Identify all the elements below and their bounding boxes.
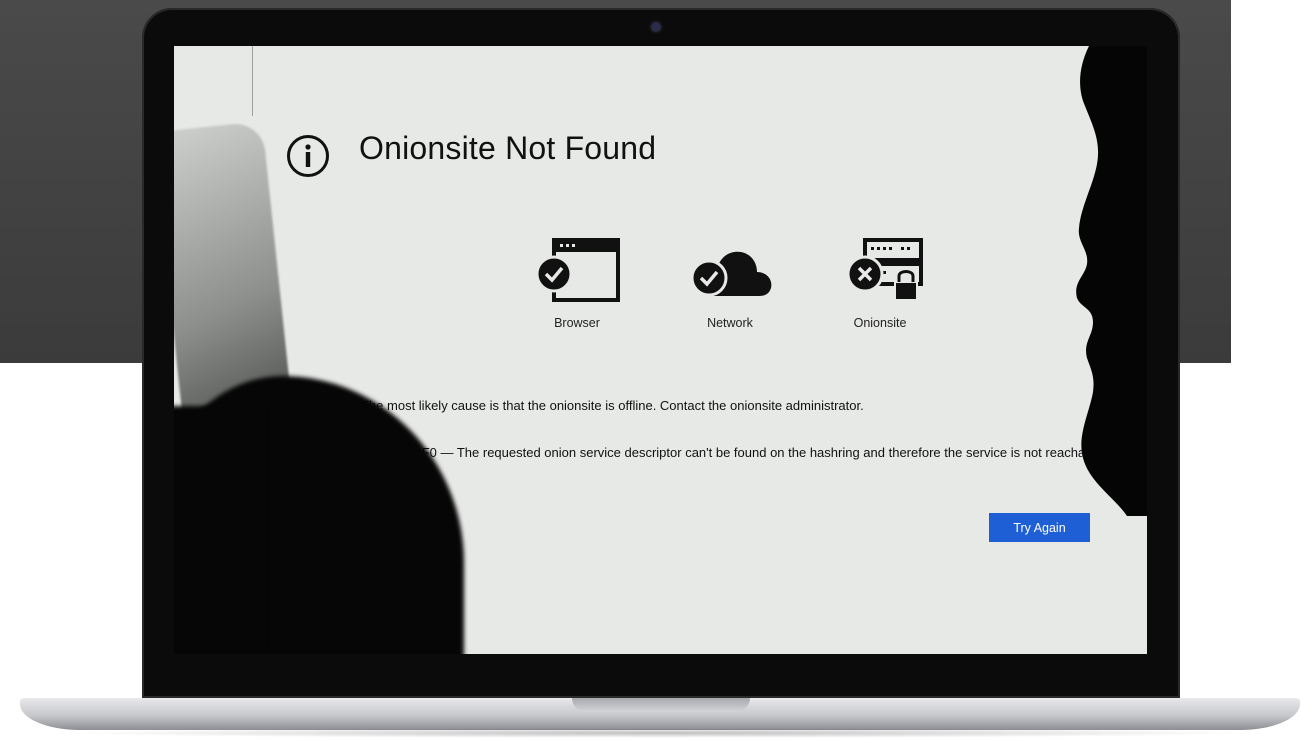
status-browser: Browser <box>517 238 637 330</box>
laptop-notch <box>572 698 750 712</box>
head-silhouette <box>1076 46 1147 516</box>
browser-error-page: Onionsite Not Found Browser Network Onio… <box>174 46 1147 654</box>
status-onionsite: Onionsite <box>820 238 940 330</box>
server-lock-icon <box>846 238 923 301</box>
status-label-browser: Browser <box>554 316 600 330</box>
status-label-onionsite: Onionsite <box>853 316 907 330</box>
browser-window-icon <box>535 238 620 302</box>
details-message: Details: 0xF0 — The requested onion serv… <box>361 445 1103 479</box>
info-circle-icon <box>287 135 329 177</box>
laptop-shadow <box>60 728 1260 738</box>
page-title: Onionsite Not Found <box>359 130 657 166</box>
webcam-icon <box>651 22 661 32</box>
status-network: Network <box>670 238 790 330</box>
arm-silhouette <box>174 406 264 654</box>
cloud-icon <box>690 251 772 297</box>
divider <box>252 46 253 116</box>
cause-message: The most likely cause is that the onions… <box>361 398 864 413</box>
status-label-network: Network <box>707 316 753 330</box>
